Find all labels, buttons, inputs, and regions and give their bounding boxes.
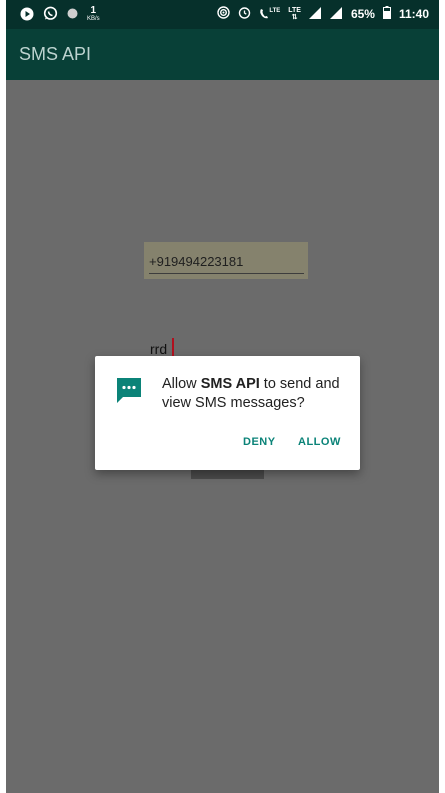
app-title: SMS API xyxy=(19,44,92,64)
clock: 11:40 xyxy=(398,7,429,21)
allow-button[interactable]: ALLOW xyxy=(298,436,341,448)
battery-icon xyxy=(382,6,391,22)
net-speed: 1 KB/s xyxy=(87,5,100,23)
dot-icon xyxy=(67,8,78,22)
message-field[interactable]: rrd xyxy=(150,341,167,357)
hotspot-icon xyxy=(217,6,231,22)
lte-data-icon: LTE ⇅ xyxy=(288,7,301,21)
field-underline xyxy=(149,273,304,274)
status-bar: 1 KB/s LTE LTE ⇅ 65% 11:40 xyxy=(6,0,439,29)
signal-icon xyxy=(308,6,322,22)
screen: 1 KB/s LTE LTE ⇅ 65% 11:40 SMS API +9194… xyxy=(6,0,439,793)
whatsapp-icon xyxy=(43,6,58,24)
permission-message: Allow SMS API to send and view SMS messa… xyxy=(162,376,340,411)
volte-call-icon: LTE xyxy=(259,8,280,20)
app-bar: SMS API xyxy=(6,29,439,80)
phone-number-field[interactable]: +919494223181 xyxy=(144,242,308,279)
alarm-icon xyxy=(238,6,251,22)
signal-icon-2 xyxy=(329,6,343,22)
play-icon xyxy=(20,7,34,24)
app-name: SMS API xyxy=(200,376,260,392)
battery-percent: 65% xyxy=(350,7,375,21)
sms-message-icon xyxy=(115,376,143,404)
permission-dialog: Allow SMS API to send and view SMS messa… xyxy=(95,356,360,470)
phone-number-value: +919494223181 xyxy=(149,254,244,269)
deny-button[interactable]: DENY xyxy=(243,436,276,448)
text-cursor xyxy=(172,338,174,356)
